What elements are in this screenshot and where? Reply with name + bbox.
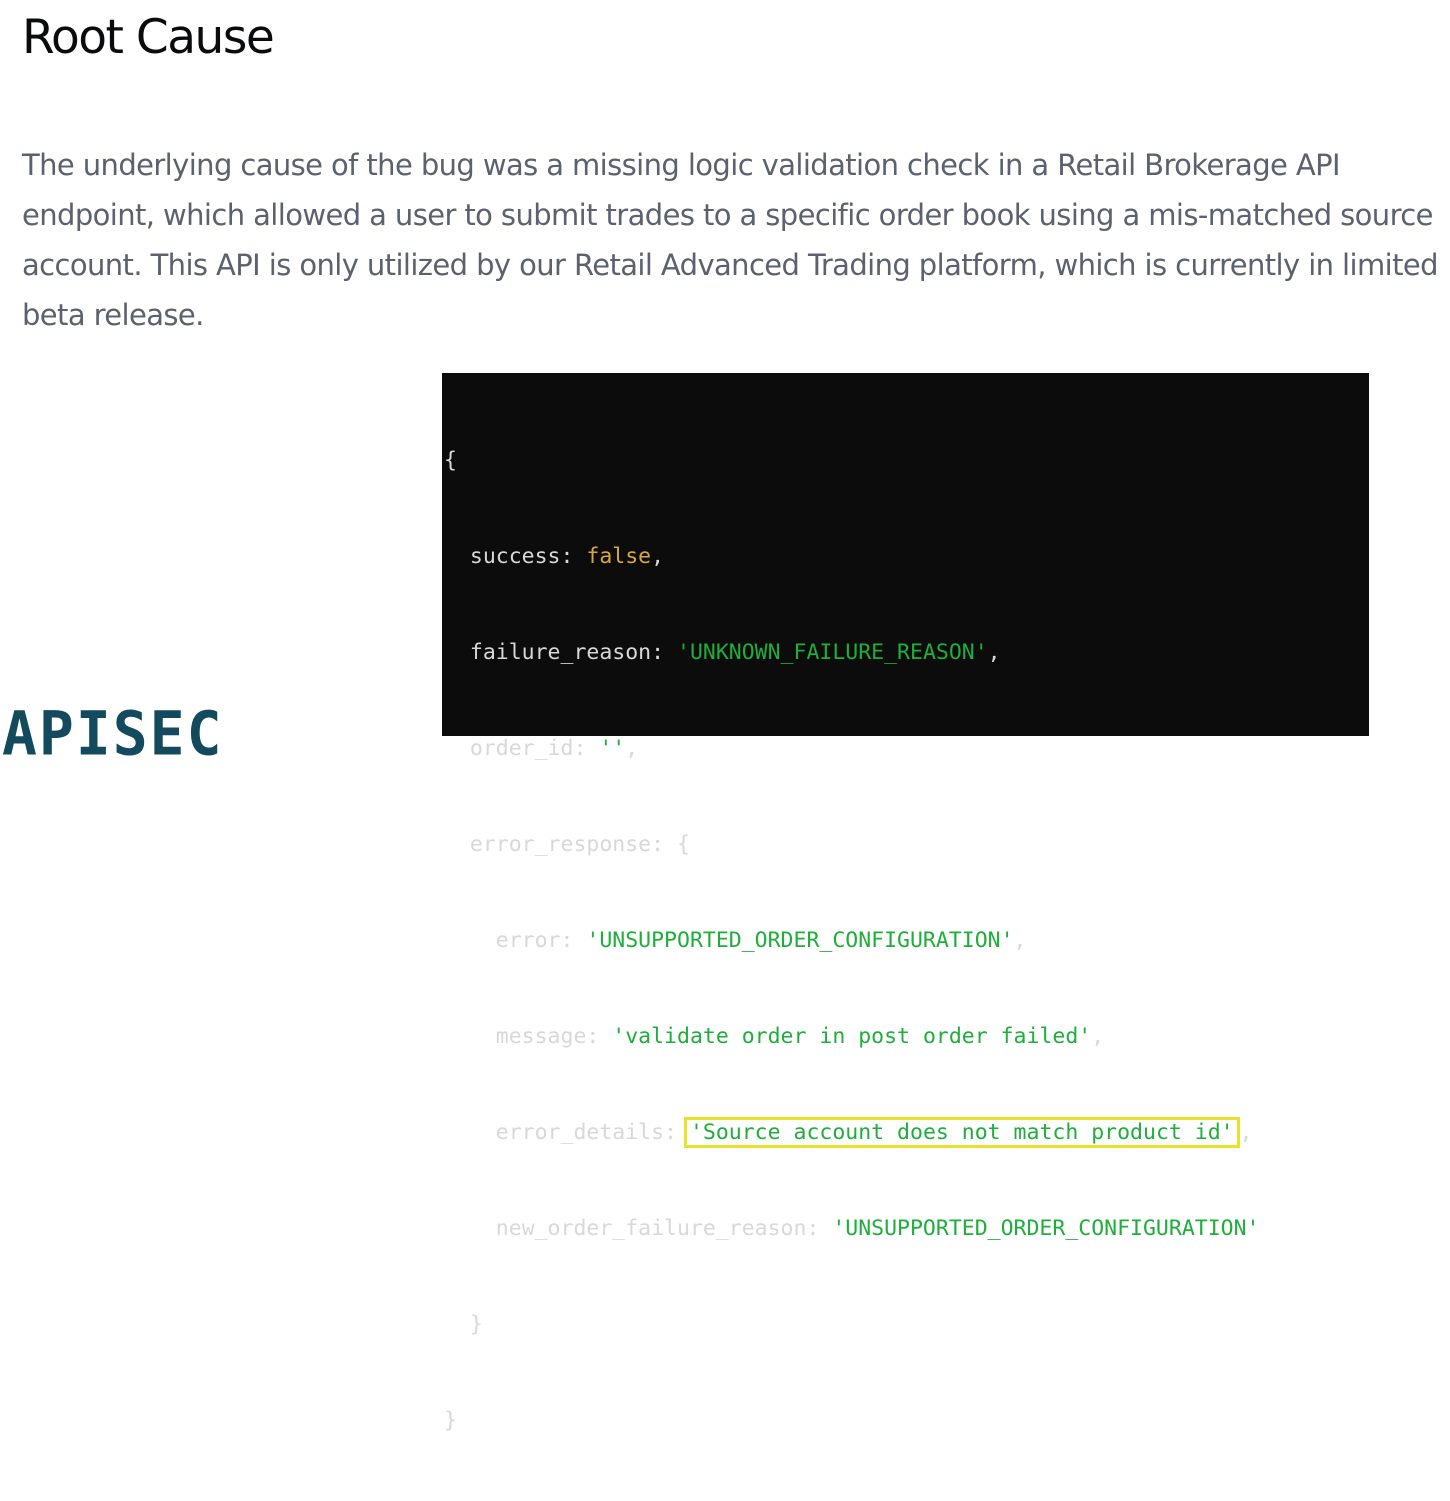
failure-reason-value: 'UNKNOWN_FAILURE_REASON' (677, 640, 988, 665)
new-order-failure-reason-key: new_order_failure_reason: (495, 1216, 833, 1241)
error-value: 'UNSUPPORTED_ORDER_CONFIGURATION' (586, 928, 1014, 953)
code-line-message: message: 'validate order in post order f… (444, 1021, 1259, 1053)
code-line-new-order-failure-reason: new_order_failure_reason: 'UNSUPPORTED_O… (444, 1213, 1260, 1245)
code-line-success: success: false, (444, 541, 1259, 573)
new-order-failure-reason-value: 'UNSUPPORTED_ORDER_CONFIGURATION' (832, 1216, 1260, 1241)
success-comma: , (651, 544, 665, 569)
message-comma: , (1091, 1024, 1105, 1049)
success-key: success: (469, 544, 587, 569)
code-line-open-brace: { (444, 445, 1259, 477)
error-key: error: (495, 928, 587, 953)
message-key: message: (495, 1024, 613, 1049)
error-details-comma: , (1239, 1120, 1253, 1145)
order-id-value: '' (599, 736, 626, 761)
code-line-close-brace: } (444, 1405, 1259, 1437)
code-line-error: error: 'UNSUPPORTED_ORDER_CONFIGURATION'… (444, 925, 1259, 957)
code-screenshot: { success: false, failure_reason: 'UNKNO… (442, 373, 1369, 1433)
code-line-inner-close-brace: } (444, 1309, 1259, 1341)
failure-reason-comma: , (987, 640, 1001, 665)
code-line-failure-reason: failure_reason: 'UNKNOWN_FAILURE_REASON'… (444, 637, 1259, 669)
root-cause-paragraph: The underlying cause of the bug was a mi… (22, 148, 1438, 332)
order-id-comma: , (625, 736, 639, 761)
json-response-code: { success: false, failure_reason: 'UNKNO… (444, 381, 1259, 1501)
success-value: false (586, 544, 652, 569)
code-line-order-id: order_id: '', (444, 733, 1259, 765)
error-comma: , (1013, 928, 1027, 953)
apisec-logo: APISEC (2, 697, 224, 770)
error-details-highlighted-value: 'Source account does not match product i… (683, 1117, 1240, 1148)
error-response-key: error_response: { (469, 832, 690, 857)
code-line-error-response: error_response: { (444, 829, 1259, 861)
message-value: 'validate order in post order failed' (612, 1024, 1092, 1049)
inner-close-brace: } (469, 1312, 483, 1337)
close-brace: } (444, 1408, 457, 1433)
failure-reason-key: failure_reason: (469, 640, 677, 665)
section-heading: Root Cause (22, 10, 275, 65)
error-details-key: error_details: (495, 1120, 690, 1145)
order-id-key: order_id: (469, 736, 600, 761)
code-line-error-details: error_details: 'Source account does not … (444, 1117, 1259, 1149)
open-brace: { (444, 448, 457, 473)
